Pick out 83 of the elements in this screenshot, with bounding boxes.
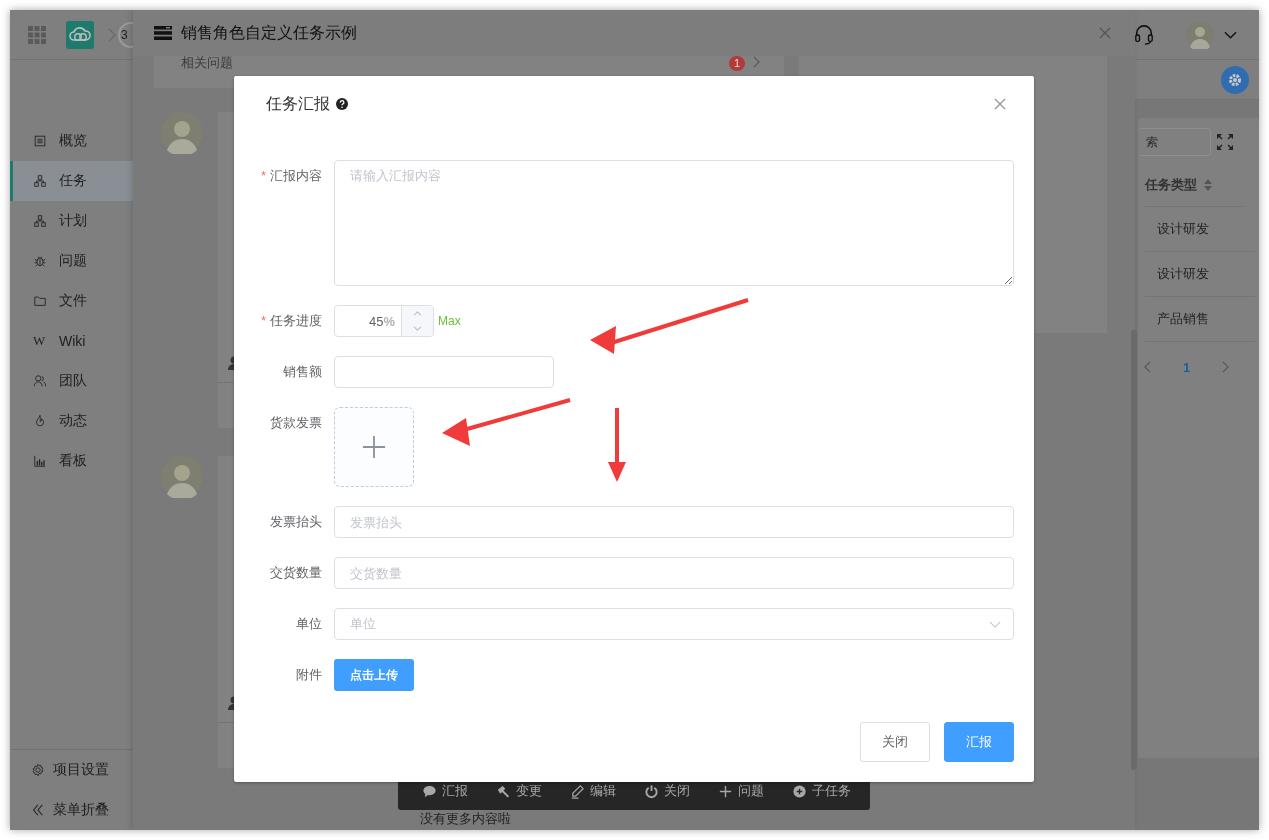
people-icon bbox=[33, 374, 47, 388]
submit-button[interactable]: 汇报 bbox=[944, 722, 1014, 762]
sidebar-item[interactable]: 概览 bbox=[10, 121, 133, 161]
field-label: 交货数量 bbox=[269, 564, 323, 582]
speech-bubble-icon bbox=[422, 783, 437, 799]
increment-icon[interactable] bbox=[413, 311, 422, 316]
sidebar-item[interactable]: 计划 bbox=[10, 201, 133, 241]
column-header[interactable]: 任务类型 bbox=[1145, 164, 1243, 207]
decrement-icon[interactable] bbox=[413, 326, 422, 331]
user-avatar bbox=[161, 112, 203, 154]
sidebar-item[interactable]: 文件 bbox=[10, 281, 133, 321]
chevron-down-icon[interactable] bbox=[1224, 30, 1237, 39]
count-badge: 1 bbox=[729, 56, 745, 71]
drawer-title: 销售角色自定义任务示例 bbox=[181, 22, 357, 43]
hammer-icon bbox=[496, 783, 511, 799]
sidebar-item[interactable]: 团队 bbox=[10, 361, 133, 401]
sidebar-item[interactable]: 任务 bbox=[10, 161, 133, 201]
cloud-logo-icon[interactable] bbox=[66, 20, 94, 49]
input-field[interactable] bbox=[334, 356, 554, 388]
max-link[interactable]: Max bbox=[438, 314, 461, 328]
field-label: 销售额 bbox=[282, 363, 323, 381]
field-label: 发票抬头 bbox=[269, 513, 323, 531]
table-cell: 设计研发 bbox=[1157, 265, 1209, 283]
field-label: 货款发票 bbox=[269, 414, 323, 432]
input-field[interactable]: 发票抬头 bbox=[334, 506, 1014, 538]
double-chevron-left-icon bbox=[31, 803, 45, 817]
toolbar-button[interactable]: 关闭 bbox=[644, 782, 690, 800]
input-field[interactable]: 交货数量 bbox=[334, 557, 1014, 589]
folder-icon bbox=[33, 294, 47, 308]
search-field[interactable]: 索 bbox=[1140, 128, 1211, 156]
power-icon bbox=[644, 783, 659, 799]
plus-icon bbox=[362, 435, 386, 459]
sitemap-icon bbox=[33, 174, 47, 188]
field-label: 单位 bbox=[295, 615, 323, 633]
report-textarea[interactable]: 请输入汇报内容 bbox=[334, 160, 1014, 286]
sidebar-item[interactable]: 问题 bbox=[10, 241, 133, 281]
related-issues-label: 相关问题 bbox=[181, 56, 233, 70]
sidebar-item[interactable]: 动态 bbox=[10, 401, 133, 441]
wiki-icon: W bbox=[33, 333, 47, 349]
chevron-right-icon[interactable] bbox=[1222, 361, 1230, 373]
table-cell: 产品销售 bbox=[1157, 310, 1209, 328]
bar-chart-icon bbox=[33, 454, 47, 468]
sidebar-footer-item[interactable]: 项目设置 bbox=[10, 750, 133, 790]
plus-circle-icon bbox=[792, 783, 807, 799]
plus-icon bbox=[718, 783, 733, 799]
flame-icon bbox=[33, 414, 47, 428]
help-icon[interactable] bbox=[336, 98, 348, 110]
chevron-left-icon[interactable] bbox=[1144, 361, 1151, 373]
field-label: 附件 bbox=[295, 666, 323, 684]
fullscreen-icon[interactable] bbox=[1216, 133, 1234, 151]
settings-button[interactable] bbox=[1221, 65, 1249, 94]
progress-number-field[interactable]: 45% bbox=[334, 305, 434, 337]
sidebar-footer-item[interactable]: 菜单折叠 bbox=[10, 790, 133, 830]
image-upload-box[interactable] bbox=[334, 407, 414, 487]
bug-icon bbox=[33, 254, 47, 268]
dialog-title: 任务汇报 bbox=[266, 93, 330, 114]
sitemap-icon bbox=[33, 214, 47, 228]
sort-icon[interactable] bbox=[1204, 179, 1212, 191]
field-label: * 任务进度 bbox=[259, 312, 323, 330]
toolbar-button[interactable]: 汇报 bbox=[422, 782, 468, 800]
table-cell: 设计研发 bbox=[1157, 220, 1209, 238]
server-icon bbox=[154, 26, 172, 40]
close-icon[interactable] bbox=[994, 98, 1006, 110]
toolbar-button[interactable]: 编辑 bbox=[570, 782, 616, 800]
toolbar-button[interactable]: 变更 bbox=[496, 782, 542, 800]
upload-button[interactable]: 点击上传 bbox=[334, 659, 414, 691]
chevron-down-icon bbox=[989, 620, 1001, 628]
headset-icon[interactable] bbox=[1134, 23, 1154, 46]
close-icon[interactable] bbox=[1099, 27, 1111, 39]
end-of-list-note: 没有更多内容啦 bbox=[420, 810, 512, 828]
list-icon bbox=[33, 134, 47, 148]
app-grid-icon[interactable] bbox=[28, 25, 46, 44]
field-label: * 汇报内容 bbox=[259, 167, 323, 185]
user-avatar[interactable] bbox=[1186, 20, 1214, 49]
chevron-right-icon bbox=[753, 56, 760, 68]
toolbar-button[interactable]: 子任务 bbox=[792, 782, 851, 800]
sidebar-item[interactable]: 看板 bbox=[10, 441, 133, 481]
cancel-button[interactable]: 关闭 bbox=[860, 722, 930, 762]
user-avatar bbox=[161, 456, 203, 498]
sidebar-item[interactable]: W Wiki bbox=[10, 321, 133, 361]
pencil-icon bbox=[570, 783, 585, 799]
toolbar-button[interactable]: 问题 bbox=[718, 782, 764, 800]
settings-icon bbox=[31, 763, 45, 777]
